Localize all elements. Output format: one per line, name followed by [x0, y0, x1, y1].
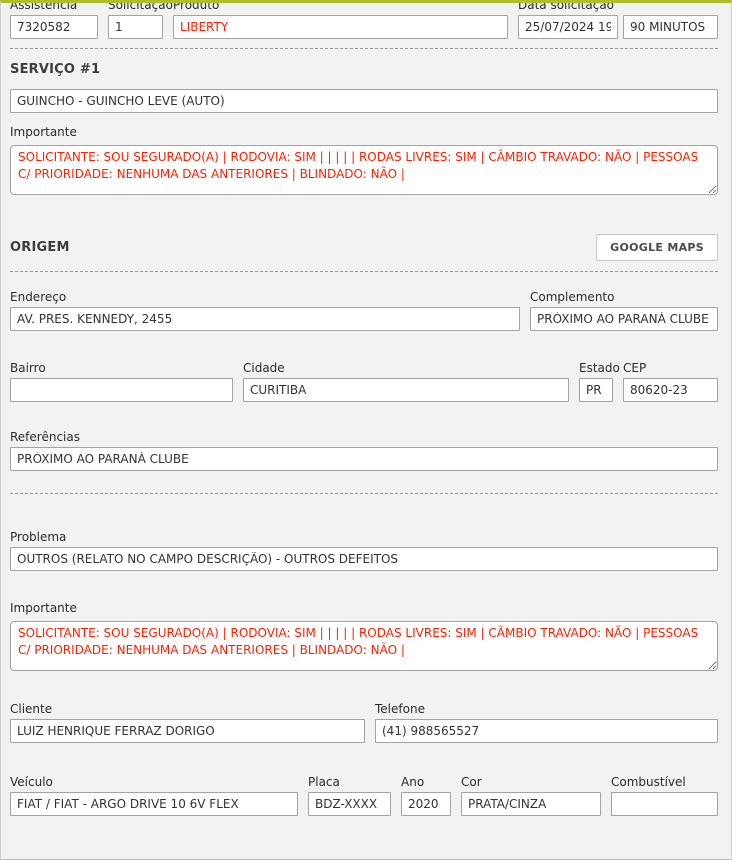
combustivel-label: Combustível — [611, 775, 718, 789]
cor-input[interactable] — [461, 792, 601, 816]
assistencia-input[interactable] — [10, 15, 98, 39]
field-servico — [10, 89, 718, 113]
cep-label: CEP — [623, 361, 718, 375]
endereco-label: Endereço — [10, 290, 520, 304]
duracao-minutos-input[interactable] — [623, 15, 718, 39]
field-endereco: Endereço — [10, 290, 520, 331]
data-solicitacao-label: Data solicitação — [518, 0, 718, 12]
assistance-form-panel: Assistência Solicitação Produto Data sol… — [0, 0, 732, 860]
google-maps-button[interactable]: GOOGLE MAPS — [596, 234, 718, 261]
field-placa: Placa — [308, 775, 391, 816]
estado-label: Estado — [579, 361, 613, 375]
field-importante-servico: Importante SOLICITANTE: SOU SEGURADO(A) … — [10, 125, 718, 198]
telefone-input[interactable] — [375, 719, 718, 743]
field-bairro: Bairro — [10, 361, 233, 402]
field-cep: CEP — [623, 361, 718, 402]
divider-problema — [10, 493, 718, 494]
placa-input[interactable] — [308, 792, 391, 816]
bairro-input[interactable] — [10, 378, 233, 402]
solicitacao-input[interactable] — [108, 15, 163, 39]
field-referencias: Referências — [10, 430, 718, 471]
origem-heading: ORIGEM — [10, 240, 70, 255]
field-complemento: Complemento — [530, 290, 718, 331]
field-importante-origem: Importante SOLICITANTE: SOU SEGURADO(A) … — [10, 601, 718, 674]
field-cor: Cor — [461, 775, 601, 816]
field-problema: Problema — [10, 530, 718, 571]
veiculo-label: Veículo — [10, 775, 298, 789]
cliente-label: Cliente — [10, 702, 365, 716]
combustivel-input[interactable] — [611, 792, 718, 816]
telefone-label: Telefone — [375, 702, 718, 716]
cliente-input[interactable] — [10, 719, 365, 743]
field-cidade: Cidade — [243, 361, 569, 402]
cidade-label: Cidade — [243, 361, 569, 375]
field-solicitacao: Solicitação — [108, 0, 163, 39]
cep-input[interactable] — [623, 378, 718, 402]
importante-origem-label: Importante — [10, 601, 718, 615]
ano-input[interactable] — [401, 792, 451, 816]
complemento-label: Complemento — [530, 290, 718, 304]
assistencia-label: Assistência — [10, 0, 98, 12]
placa-label: Placa — [308, 775, 391, 789]
field-combustivel: Combustível — [611, 775, 718, 816]
bairro-label: Bairro — [10, 361, 233, 375]
problema-input[interactable] — [10, 547, 718, 571]
problema-label: Problema — [10, 530, 718, 544]
origem-header-row: ORIGEM GOOGLE MAPS — [10, 234, 718, 261]
endereco-row: Endereço Complemento — [10, 290, 718, 331]
ano-label: Ano — [401, 775, 451, 789]
estado-input[interactable] — [579, 378, 613, 402]
field-assistencia: Assistência — [10, 0, 98, 39]
cor-label: Cor — [461, 775, 601, 789]
servico-input[interactable] — [10, 89, 718, 113]
field-data-solicitacao: Data solicitação — [518, 0, 718, 39]
veiculo-row: Veículo Placa Ano Cor Combustível — [10, 775, 718, 816]
veiculo-input[interactable] — [10, 792, 298, 816]
cliente-row: Cliente Telefone — [10, 702, 718, 743]
complemento-input[interactable] — [530, 307, 718, 331]
produto-input[interactable] — [173, 15, 508, 39]
solicitacao-label: Solicitação — [108, 0, 163, 12]
divider-header — [10, 48, 718, 49]
field-cliente: Cliente — [10, 702, 365, 743]
field-veiculo: Veículo — [10, 775, 298, 816]
field-ano: Ano — [401, 775, 451, 816]
cidade-input[interactable] — [243, 378, 569, 402]
divider-origem — [10, 271, 718, 272]
importante-servico-textarea[interactable]: SOLICITANTE: SOU SEGURADO(A) | RODOVIA: … — [10, 145, 718, 195]
field-estado: Estado — [579, 361, 613, 402]
importante-servico-label: Importante — [10, 125, 718, 139]
produto-label: Produto — [173, 0, 508, 12]
data-solicitacao-input[interactable] — [518, 15, 618, 39]
referencias-label: Referências — [10, 430, 718, 444]
header-row: Assistência Solicitação Produto Data sol… — [10, 0, 718, 39]
servico-heading: SERVIÇO #1 — [10, 62, 718, 77]
bairro-row: Bairro Cidade Estado CEP — [10, 361, 718, 402]
endereco-input[interactable] — [10, 307, 520, 331]
field-produto: Produto — [173, 0, 508, 39]
referencias-input[interactable] — [10, 447, 718, 471]
field-telefone: Telefone — [375, 702, 718, 743]
importante-origem-textarea[interactable]: SOLICITANTE: SOU SEGURADO(A) | RODOVIA: … — [10, 621, 718, 671]
